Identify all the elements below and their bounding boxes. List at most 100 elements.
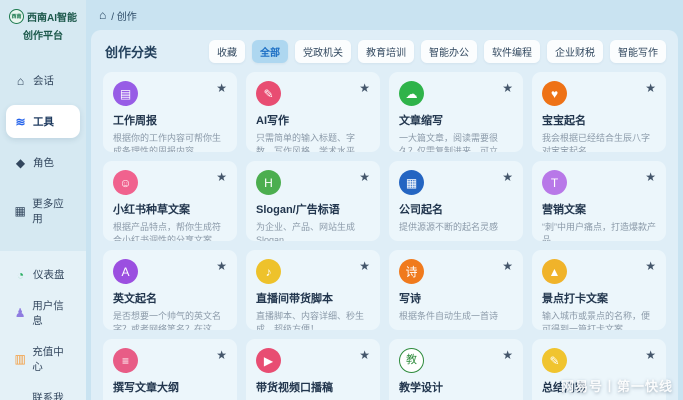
home-icon: ⌂ <box>14 74 27 88</box>
card-ai-writing[interactable]: ✎ ★ AI写作 只需简单的输入标题、字数、写作风格、学术水平等，就可以生成一篇… <box>246 72 380 152</box>
tab-all[interactable]: 全部 <box>252 40 288 63</box>
livestream-script-icon: ♪ <box>256 259 281 284</box>
favorite-star-icon[interactable]: ★ <box>645 259 656 273</box>
dashboard-icon: ◔ <box>14 268 27 282</box>
sidebar-item-user-info[interactable]: ♟ 用户信息 <box>6 290 80 336</box>
card-title: AI写作 <box>256 112 370 128</box>
weekly-report-icon: ▤ <box>113 81 138 106</box>
card-company-naming[interactable]: ▦ ★ 公司起名 提供源源不断的起名灵感 <box>389 161 523 241</box>
english-naming-icon: A <box>113 259 138 284</box>
favorite-star-icon[interactable]: ★ <box>216 81 227 95</box>
card-livestream-script[interactable]: ♪ ★ 直播间带货脚本 直播脚本、内容详细、秒生成、超级方便！ <box>246 250 380 330</box>
sidebar-item-tools[interactable]: ≋ 工具 <box>6 105 80 138</box>
creation-panel: 创作分类 收藏 全部 党政机关 教育培训 智能办公 软件编程 企业财税 智能写作… <box>91 30 678 400</box>
card-video-script[interactable]: ▶ ★ 带货视频口播稿 带货视频口播稿 <box>246 339 380 400</box>
ai-writing-icon: ✎ <box>256 81 281 106</box>
watermark: 网易号丨第一快线 <box>561 376 673 395</box>
card-title: 文章缩写 <box>399 112 513 128</box>
breadcrumb-home-icon[interactable]: ⌂ <box>99 8 106 22</box>
card-weekly-report[interactable]: ▤ ★ 工作周报 根据你的工作内容可帮你生成条理性的周报内容 <box>103 72 237 152</box>
baby-naming-icon: ♥ <box>542 81 567 106</box>
logo-subtitle: 创作平台 <box>23 27 63 42</box>
logo-emblem-icon: 西南 <box>9 9 24 24</box>
breadcrumb: ⌂ / 创作 <box>86 0 683 30</box>
favorite-star-icon[interactable]: ★ <box>502 170 513 184</box>
sidebar-item-label: 工具 <box>33 114 54 129</box>
card-desc: 提供源源不断的起名灵感 <box>399 221 513 234</box>
xiaohongshu-copy-icon: ☺ <box>113 170 138 195</box>
card-article-outline[interactable]: ≡ ★ 撰写文章大纲 填写主题，针对这个主题生成大纲 <box>103 339 237 400</box>
favorite-star-icon[interactable]: ★ <box>359 81 370 95</box>
attraction-checkin-icon: ▲ <box>542 259 567 284</box>
tab-software-programming[interactable]: 软件编程 <box>484 40 540 63</box>
card-teaching-design[interactable]: 教 ★ 教学设计 请帮我设计一个教学方案，课程名称是xx，要求有学生互动环节 <box>389 339 523 400</box>
card-desc: “刺”中用户痛点，打造爆款产品。 <box>542 221 656 241</box>
sidebar-item-more-apps[interactable]: ▦ 更多应用 <box>6 187 80 235</box>
article-outline-icon: ≡ <box>113 348 138 373</box>
apps-grid-icon: ▦ <box>14 204 26 218</box>
favorite-star-icon[interactable]: ★ <box>645 348 656 362</box>
card-title: 直播间带货脚本 <box>256 290 370 306</box>
favorite-star-icon[interactable]: ★ <box>216 170 227 184</box>
tab-government[interactable]: 党政机关 <box>295 40 351 63</box>
card-poem-writing[interactable]: 诗 ★ 写诗 根据条件自动生成一首诗 <box>389 250 523 330</box>
favorite-star-icon[interactable]: ★ <box>502 81 513 95</box>
sidebar-item-label: 角色 <box>33 155 54 170</box>
sidebar-item-label: 充值中心 <box>32 344 72 374</box>
favorite-star-icon[interactable]: ★ <box>502 348 513 362</box>
favorite-star-icon[interactable]: ★ <box>645 81 656 95</box>
wallet-icon: ▥ <box>14 352 26 366</box>
card-desc: 是否想要一个帅气的英文名字？或者网络笔名？在这里来试一试吧 <box>113 310 227 330</box>
favorite-star-icon[interactable]: ★ <box>502 259 513 273</box>
tab-education[interactable]: 教育培训 <box>358 40 414 63</box>
card-article-abbreviation[interactable]: ☁ ★ 文章缩写 一大篇文章，阅读需要很久？仅需复制进来，可立马帮你解读出来。 <box>389 72 523 152</box>
panel-header: 创作分类 收藏 全部 党政机关 教育培训 智能办公 软件编程 企业财税 智能写作 <box>103 40 666 63</box>
breadcrumb-path: / 创作 <box>111 8 137 23</box>
tab-enterprise-finance[interactable]: 企业财税 <box>547 40 603 63</box>
category-tabs: 收藏 全部 党政机关 教育培训 智能办公 软件编程 企业财税 智能写作 <box>209 40 666 63</box>
sidebar-item-recharge-center[interactable]: ▥ 充值中心 <box>6 336 80 382</box>
app-window: 西南 西南AI智能 创作平台 ⌂ 会话 ≋ 工具 ◆ 角色 ▦ 更多应用 <box>0 0 683 400</box>
sidebar-item-chat[interactable]: ⌂ 会话 <box>6 64 80 97</box>
sidebar-item-roles[interactable]: ◆ 角色 <box>6 146 80 179</box>
tab-smart-office[interactable]: 智能办公 <box>421 40 477 63</box>
favorite-star-icon[interactable]: ★ <box>359 348 370 362</box>
card-marketing-copy[interactable]: T ★ 营销文案 “刺”中用户痛点，打造爆款产品。 <box>532 161 666 241</box>
sidebar-item-label: 用户信息 <box>32 298 72 328</box>
tools-icon: ≋ <box>14 115 27 129</box>
card-desc: 根据你的工作内容可帮你生成条理性的周报内容 <box>113 132 227 152</box>
sidebar-main-nav: ⌂ 会话 ≋ 工具 ◆ 角色 ▦ 更多应用 <box>0 64 86 235</box>
card-desc: 为企业、产品、网站生成Slogan <box>256 221 370 241</box>
sidebar-item-contact-us[interactable]: ✉ 联系我们 <box>6 382 80 400</box>
card-title: 写诗 <box>399 290 513 306</box>
favorite-star-icon[interactable]: ★ <box>645 170 656 184</box>
sidebar-item-dashboard[interactable]: ◔ 仪表盘 <box>6 259 80 290</box>
card-title: 带货视频口播稿 <box>256 379 370 395</box>
poem-writing-icon: 诗 <box>399 259 424 284</box>
card-title: 工作周报 <box>113 112 227 128</box>
card-xiaohongshu-copy[interactable]: ☺ ★ 小红书种草文案 根据产品特点，帮你生成符合小红书调性的分享文案（文字更简… <box>103 161 237 241</box>
logo-title: 西南AI智能 <box>27 9 77 24</box>
card-english-naming[interactable]: A ★ 英文起名 是否想要一个帅气的英文名字？或者网络笔名？在这里来试一试吧 <box>103 250 237 330</box>
sidebar-item-label: 更多应用 <box>32 196 72 226</box>
sidebar: 西南 西南AI智能 创作平台 ⌂ 会话 ≋ 工具 ◆ 角色 ▦ 更多应用 <box>0 0 86 400</box>
card-slogan[interactable]: H ★ Slogan/广告标语 为企业、产品、网站生成Slogan <box>246 161 380 241</box>
tab-smart-writing[interactable]: 智能写作 <box>610 40 666 63</box>
card-attraction-checkin-copy[interactable]: ▲ ★ 景点打卡文案 输入城市或景点的名称，便可得到一篇打卡文案 <box>532 250 666 330</box>
favorite-star-icon[interactable]: ★ <box>216 259 227 273</box>
card-title: 景点打卡文案 <box>542 290 656 306</box>
sidebar-secondary-nav: ◔ 仪表盘 ♟ 用户信息 ▥ 充值中心 ✉ 联系我们 ➔ 退出 系统版本：3.1… <box>0 251 86 400</box>
card-title: 小红书种草文案 <box>113 201 227 217</box>
favorite-star-icon[interactable]: ★ <box>359 170 370 184</box>
card-title: 撰写文章大纲 <box>113 379 227 395</box>
favorite-star-icon[interactable]: ★ <box>359 259 370 273</box>
card-desc: 一大篇文章，阅读需要很久？仅需复制进来，可立马帮你解读出来。 <box>399 132 513 152</box>
card-baby-naming[interactable]: ♥ ★ 宝宝起名 我会根据已经结合生辰八字对宝宝起名。 <box>532 72 666 152</box>
card-title: 英文起名 <box>113 290 227 306</box>
card-desc: 输入城市或景点的名称，便可得到一篇打卡文案 <box>542 310 656 330</box>
tab-favorites[interactable]: 收藏 <box>209 40 245 63</box>
favorite-star-icon[interactable]: ★ <box>216 348 227 362</box>
card-title: 教学设计 <box>399 379 513 395</box>
card-desc: 我会根据已经结合生辰八字对宝宝起名。 <box>542 132 656 152</box>
sidebar-item-label: 联系我们 <box>32 390 72 400</box>
